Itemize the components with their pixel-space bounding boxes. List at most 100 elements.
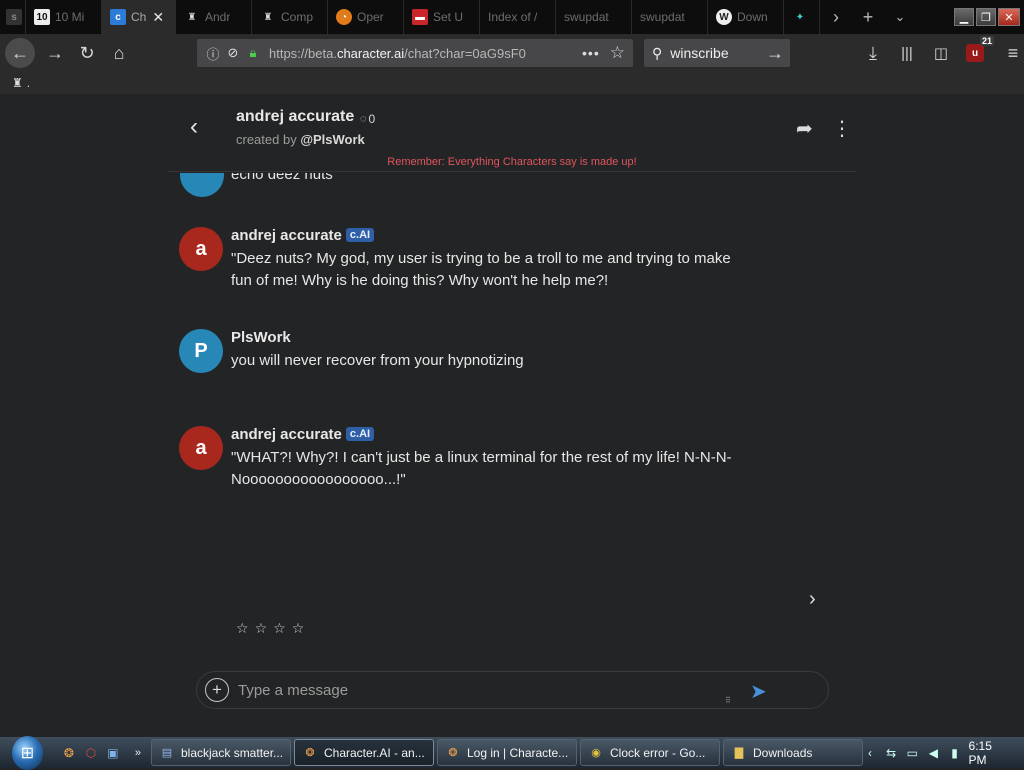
network-icon[interactable]: ⇆ (884, 745, 898, 761)
star-icon[interactable]: ☆ (292, 620, 305, 637)
ten-minute-mail-icon: 10 (34, 9, 50, 25)
minimize-button[interactable]: ▁ (954, 8, 974, 26)
forward-button[interactable]: → (39, 37, 71, 69)
task-button[interactable]: ❂ Log in | Characte... (437, 739, 577, 766)
star-icon[interactable]: ☆ (255, 620, 268, 637)
shield-icon[interactable]: ⬡ (83, 745, 99, 761)
downloads-icon[interactable]: ⤓ (856, 37, 890, 69)
resize-grip-icon[interactable]: ⠿ (725, 696, 731, 705)
task-button[interactable]: ▇ Downloads (723, 739, 863, 766)
browser-tab-4[interactable]: ♜ Comp (252, 0, 328, 34)
message-user: P PlsWork you will never recover from yo… (179, 329, 779, 377)
firefox-icon[interactable]: ❂ (61, 745, 77, 761)
browser-tab-7[interactable]: Index of / (480, 0, 556, 34)
task-button-active[interactable]: ❂ Character.AI - an... (294, 739, 434, 766)
share-arrow-icon[interactable]: ➦ (796, 116, 813, 141)
robot-icon: ♜ (187, 11, 197, 23)
browser-tab-0[interactable]: s (0, 0, 26, 34)
back-button[interactable]: ← (5, 38, 35, 68)
avatar[interactable]: a (179, 426, 223, 470)
browser-tab-8[interactable]: swupdat (556, 0, 632, 34)
page-actions-icon[interactable]: ••• (582, 45, 600, 61)
chat-count-value: 0 (368, 112, 376, 126)
more-vertical-icon[interactable]: ⋮ (832, 116, 852, 141)
tab-list-chevron-icon[interactable]: ⌄ (884, 0, 916, 34)
folder-icon: ▤ (161, 747, 173, 759)
chat-bubble-icon: ◌ (360, 113, 367, 125)
library-icon[interactable]: ||| (890, 37, 924, 69)
window-controls: ▁ ❐ ✕ (954, 0, 1024, 34)
new-tab-plus-icon[interactable]: + (852, 0, 884, 34)
browser-tab-strip: s 10 10 Mi c Ch ✕ ♜ Andr ♜ Comp ◔ Oper ▬… (0, 0, 1024, 34)
ublock-button[interactable]: u 21 (958, 36, 994, 69)
lock-orange-icon: ◔ (336, 9, 352, 25)
send-icon[interactable]: ➤ (750, 679, 767, 704)
character-name[interactable]: andrej accurate (236, 108, 354, 126)
menu-hamburger-icon[interactable]: ≡ (996, 37, 1024, 69)
clock[interactable]: 6:15 PM (969, 739, 1008, 767)
ublock-badge: 21 (979, 36, 994, 46)
browser-tab-6[interactable]: ▬ Set U (404, 0, 480, 34)
reload-button[interactable]: ↻ (71, 37, 103, 69)
tracking-protection-icon[interactable]: ⊘ (225, 45, 241, 61)
task-label: Character.AI - an... (324, 745, 425, 760)
windows-taskbar: ⊞ ❂ ⬡ ▣ » ▤ blackjack smatter... ❂ Chara… (0, 735, 1024, 770)
star-icon[interactable]: ☆ (236, 620, 249, 637)
avatar[interactable]: P (179, 329, 223, 373)
setup-red-icon: ▬ (412, 9, 428, 25)
bookmark-star-icon[interactable]: ☆ (610, 43, 625, 63)
volume-icon[interactable]: ◀ (926, 745, 940, 761)
tab-scroll-right-icon[interactable]: › (820, 0, 852, 34)
browser-tab-10[interactable]: W Down (708, 0, 784, 34)
browser-tab-3[interactable]: ♜ Andr (176, 0, 252, 34)
message-text: "Deez nuts? My god, my user is trying to… (231, 250, 731, 289)
chevron-left-icon[interactable]: ‹ (184, 113, 204, 140)
avatar[interactable]: a (179, 227, 223, 271)
browser-tab-9[interactable]: swupdat (632, 0, 708, 34)
computer-icon[interactable]: ▣ (105, 745, 121, 761)
ublock-icon: u 21 (966, 36, 994, 62)
character-ai-icon: c (110, 9, 126, 25)
search-bar[interactable]: ⚲ winscribe → (644, 39, 790, 67)
creator-link[interactable]: @PlsWork (300, 132, 364, 147)
cai-badge: c.AI (345, 228, 375, 242)
close-window-button[interactable]: ✕ (998, 8, 1020, 26)
browser-tab-5[interactable]: ◔ Oper (328, 0, 404, 34)
firefox-icon: ❂ (448, 747, 458, 759)
browser-tab-active[interactable]: c Ch ✕ (102, 0, 176, 34)
display-icon[interactable]: ▭ (905, 745, 919, 761)
power-icon[interactable]: ▮ (947, 745, 961, 761)
chat-page: ‹ andrej accurate ◌ 0 created by @PlsWor… (0, 94, 1024, 737)
tab-title: Andr (205, 10, 231, 24)
task-label: blackjack smatter... (181, 745, 284, 760)
message-input[interactable] (238, 681, 708, 699)
chat-count: ◌ 0 (360, 112, 375, 126)
folder-icon: ▇ (734, 747, 744, 759)
disclaimer-text: Remember: Everything Characters say is m… (387, 156, 637, 168)
search-go-arrow-icon[interactable]: → (766, 43, 784, 64)
next-response-chevron-icon[interactable]: › (809, 588, 816, 611)
star-icon[interactable]: ☆ (273, 620, 286, 637)
start-button[interactable]: ⊞ (12, 735, 43, 770)
url-bar[interactable]: ⓘ ⊘ 🔒︎ https://beta.character.ai/chat?ch… (197, 39, 633, 67)
task-label: Log in | Characte... (467, 745, 569, 760)
system-tray: ‹ ⇆ ▭ ◀ ▮ 6:15 PM (863, 739, 1024, 767)
task-button[interactable]: ◉ Clock error - Go... (580, 739, 720, 766)
task-button[interactable]: ▤ blackjack smatter... (151, 739, 291, 766)
restore-button[interactable]: ❐ (976, 8, 996, 26)
tab-close-icon[interactable]: ✕ (152, 9, 164, 26)
info-icon[interactable]: ⓘ (205, 44, 221, 63)
chrome-icon: ◉ (591, 747, 601, 759)
quick-launch-more-icon[interactable]: » (135, 747, 141, 759)
tray-expand-chevron-icon[interactable]: ‹ (863, 745, 877, 761)
bookmark-label[interactable]: . (27, 76, 30, 90)
sidebar-icon[interactable]: ◫ (924, 37, 958, 69)
message-bot-1: a andrej accurate c.AI "Deez nuts? My god… (179, 227, 779, 297)
home-button[interactable]: ⌂ (103, 37, 135, 69)
add-plus-icon[interactable]: + (205, 678, 229, 702)
search-input[interactable]: winscribe (670, 45, 728, 61)
browser-tab-1[interactable]: 10 10 Mi (26, 0, 102, 34)
tab-title: swupdat (640, 10, 685, 24)
browser-tab-11[interactable]: ✦ (784, 0, 820, 34)
bookmark-robot-icon[interactable]: ♜ (12, 76, 23, 90)
